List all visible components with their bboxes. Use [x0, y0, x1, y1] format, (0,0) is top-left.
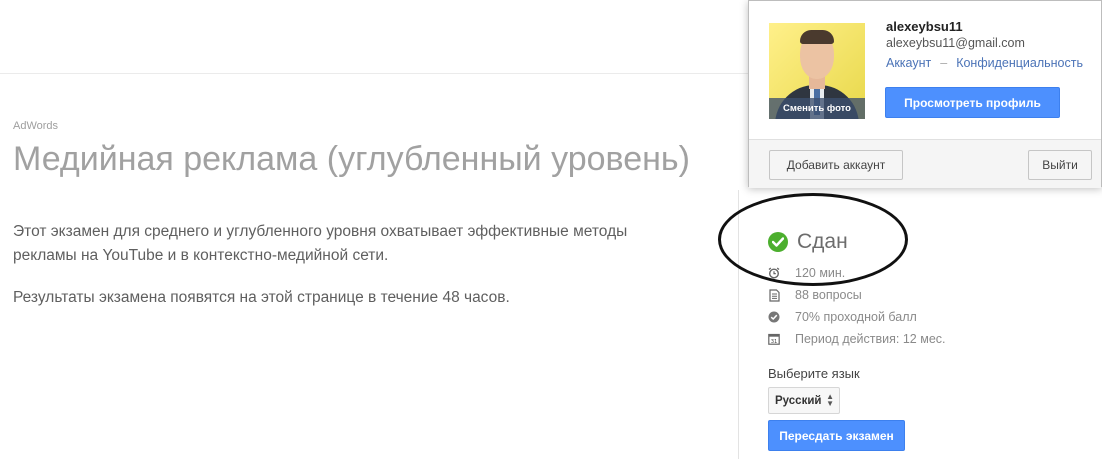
fact-duration-text: 120 мин.: [795, 266, 846, 280]
select-arrows-icon: ▲ ▼: [826, 392, 834, 408]
privacy-link[interactable]: Конфиденциальность: [956, 56, 1083, 70]
account-link[interactable]: Аккаунт: [886, 56, 931, 70]
document-icon: [768, 288, 780, 302]
fact-validity-text: Период действия: 12 мес.: [795, 332, 946, 346]
fact-validity: 31 Период действия: 12 мес.: [768, 328, 946, 350]
exam-facts: 120 мин. 88 вопросы 70% проходной балл 3…: [768, 262, 946, 350]
check-circle-icon: [768, 311, 780, 323]
avatar[interactable]: Сменить фото: [769, 23, 865, 119]
account-username: alexeybsu11: [886, 19, 963, 34]
alarm-clock-icon: [768, 267, 780, 279]
language-label: Выберите язык: [768, 366, 860, 381]
breadcrumb[interactable]: AdWords: [13, 120, 58, 132]
svg-text:31: 31: [771, 339, 778, 345]
account-email: alexeybsu11@gmail.com: [886, 36, 1025, 50]
results-note: Результаты экзамена появятся на этой стр…: [13, 289, 510, 306]
change-photo-button[interactable]: Сменить фото: [769, 98, 865, 119]
page-title: Медийная реклама (углубленный уровень): [13, 140, 690, 178]
fact-questions: 88 вопросы: [768, 284, 946, 306]
view-profile-button[interactable]: Просмотреть профиль: [885, 87, 1060, 118]
link-separator: –: [940, 56, 948, 70]
fact-questions-text: 88 вопросы: [795, 288, 862, 302]
calendar-icon: 31: [768, 333, 780, 345]
language-select-value: Русский: [775, 394, 822, 407]
exam-description: Этот экзамен для среднего и углубленного…: [13, 223, 628, 264]
account-links: Аккаунт – Конфиденциальность: [886, 56, 1083, 70]
fact-passing-score-text: 70% проходной балл: [795, 310, 917, 324]
add-account-button[interactable]: Добавить аккаунт: [769, 150, 903, 180]
fact-duration: 120 мин.: [768, 262, 946, 284]
sign-out-button[interactable]: Выйти: [1028, 150, 1092, 180]
language-select[interactable]: Русский ▲ ▼: [768, 387, 840, 414]
retake-exam-button[interactable]: Пересдать экзамен: [768, 420, 905, 451]
fact-passing-score: 70% проходной балл: [768, 306, 946, 328]
account-popup: Сменить фото alexeybsu11 alexeybsu11@gma…: [748, 0, 1102, 188]
